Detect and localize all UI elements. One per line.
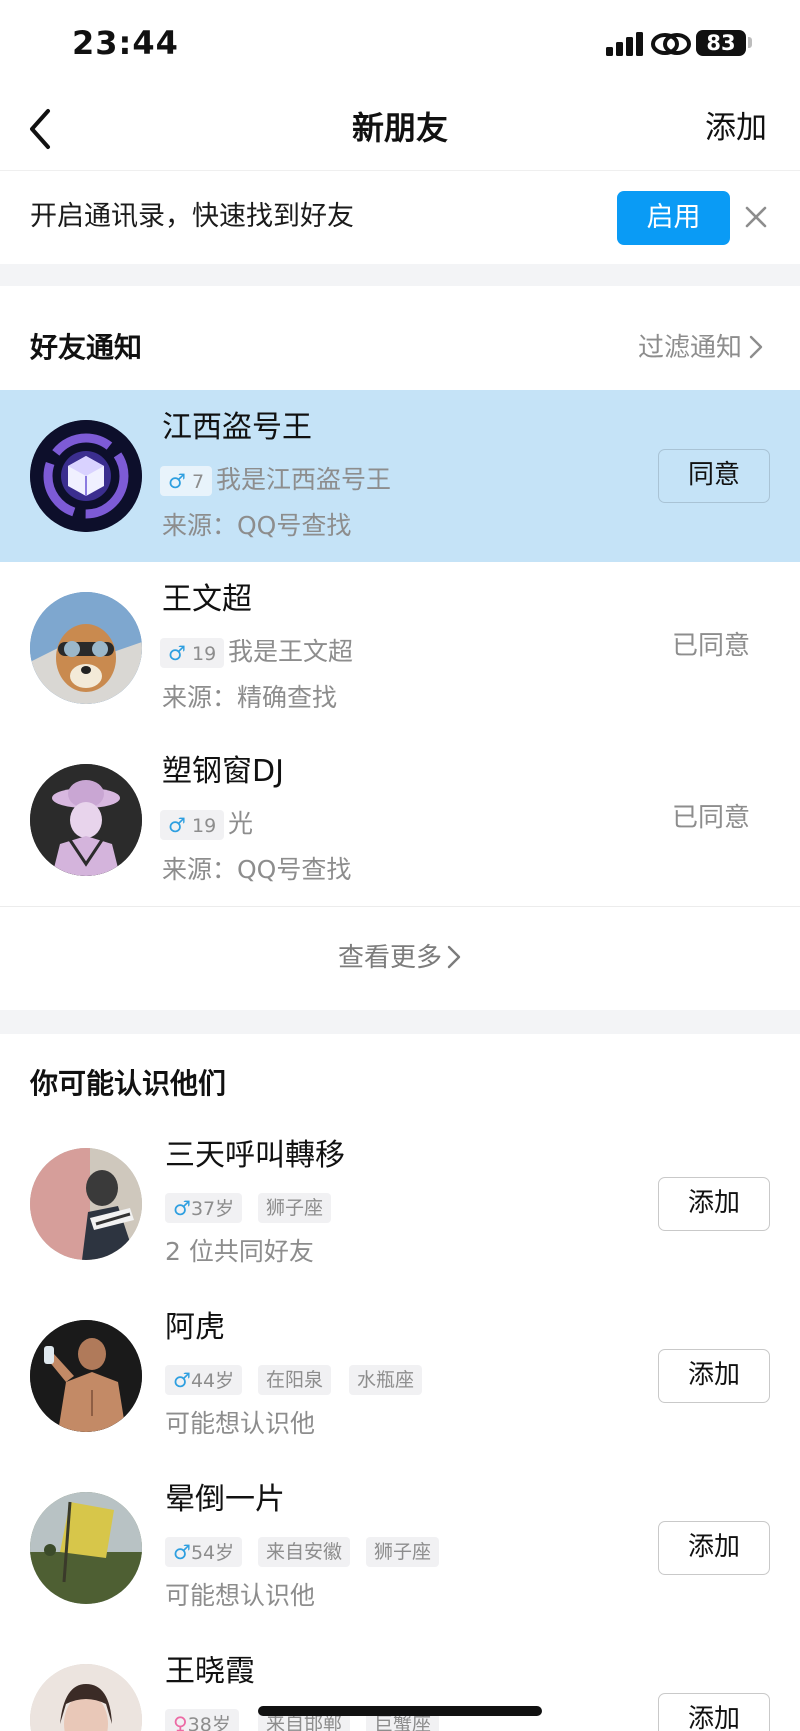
male-icon: ♂ (168, 469, 186, 493)
gender-age-tag: ♂ 19 (160, 810, 225, 840)
gender-age-tag: ♂44岁 (165, 1365, 243, 1395)
status-bar: 23:44 83 (0, 0, 800, 90)
mutual-friends-note: 2 位共同好友 (165, 1237, 314, 1266)
suggestion-row[interactable]: 晕倒一片 ♂54岁 来自安徽 狮子座 可能想认识他 添加 (0, 1482, 800, 1656)
zodiac-tag: 狮子座 (366, 1537, 440, 1567)
avatar-image (30, 764, 142, 876)
male-icon: ♂ (168, 813, 186, 837)
friend-request-row[interactable]: 王文超 ♂ 19 我是王文超 来源：精确查找 已同意 (0, 562, 800, 734)
avatar (30, 592, 142, 704)
suggestion-row[interactable]: 王晓霞 ♀38岁 来自邯郸 巨蟹座 添加 (0, 1656, 800, 1731)
see-more-link[interactable]: 查看更多 (0, 938, 800, 978)
add-friend-button[interactable]: 添加 (705, 106, 767, 150)
male-icon: ♂ (168, 641, 186, 665)
male-icon: ♂ (173, 1540, 191, 1564)
age-value: 19 (191, 815, 217, 837)
suggestion-note: 可能想认识他 (165, 1409, 316, 1438)
friend-request-row[interactable]: 江西盗号王 ♂ 7 我是江西盗号王 来源：QQ号查找 同意 (0, 390, 800, 562)
age-value: 44岁 (190, 1370, 235, 1392)
request-message: 我是江西盗号王 (216, 465, 392, 494)
zodiac-tag: 狮子座 (258, 1193, 332, 1223)
nav-bar: 新朋友 添加 (0, 90, 800, 170)
status-agreed: 已同意 (672, 803, 751, 833)
zodiac-tag: 水瓶座 (349, 1365, 423, 1395)
suggestion-name: 晕倒一片 (165, 1482, 285, 1517)
avatar-image (30, 1664, 142, 1731)
avatar-image (30, 592, 142, 704)
add-button[interactable]: 添加 (658, 1349, 770, 1403)
add-button[interactable]: 添加 (658, 1693, 770, 1731)
gender-age-tag: ♀38岁 (165, 1709, 239, 1731)
contacts-banner: 开启通讯录，快速找到好友 启用 (0, 170, 800, 264)
suggestion-name: 阿虎 (165, 1310, 225, 1345)
status-agreed: 已同意 (672, 631, 751, 661)
suggestion-name: 三天呼叫轉移 (165, 1138, 345, 1173)
female-icon: ♀ (173, 1712, 188, 1731)
cellular-signal-icon (606, 32, 644, 56)
enable-contacts-button[interactable]: 启用 (617, 191, 730, 245)
age-value: 7 (191, 471, 205, 493)
avatar-image (30, 1492, 142, 1604)
chevron-right-icon (447, 945, 461, 969)
age-value: 38岁 (187, 1714, 231, 1731)
see-more-label: 查看更多 (337, 943, 442, 973)
suggestions-title: 你可能认识他们 (30, 1067, 227, 1100)
section-gap (0, 264, 800, 286)
male-icon: ♂ (173, 1368, 191, 1392)
battery-cap (748, 37, 752, 48)
suggestion-row[interactable]: 三天呼叫轉移 ♂37岁 狮子座 2 位共同好友 添加 (0, 1138, 800, 1312)
divider (0, 906, 800, 907)
request-source: 来源：精确查找 (162, 683, 338, 712)
age-value: 54岁 (190, 1542, 235, 1564)
age-value: 37岁 (190, 1198, 235, 1220)
location-tag: 来自安徽 (258, 1537, 351, 1567)
avatar (30, 1148, 142, 1260)
section-gap (0, 1010, 800, 1034)
age-value: 19 (191, 643, 217, 665)
avatar (30, 420, 142, 532)
avatar-image (30, 420, 142, 532)
friend-name: 塑钢窗DJ (162, 754, 284, 789)
avatar (30, 1492, 142, 1604)
status-time: 23:44 (72, 24, 179, 62)
avatar (30, 1320, 142, 1432)
avatar-image (30, 1320, 142, 1432)
request-message: 光 (228, 809, 254, 838)
request-source: 来源：QQ号查找 (162, 855, 352, 884)
suggestion-note: 可能想认识他 (165, 1581, 316, 1610)
add-button[interactable]: 添加 (658, 1177, 770, 1231)
battery-icon: 83 (696, 30, 746, 56)
suggestion-name: 王晓霞 (165, 1656, 255, 1689)
gender-age-tag: ♂54岁 (165, 1537, 243, 1567)
gender-age-tag: ♂ 7 (160, 466, 213, 496)
friend-name: 王文超 (162, 582, 252, 617)
banner-text: 开启通讯录，快速找到好友 (30, 201, 354, 232)
avatar (30, 764, 142, 876)
friend-name: 江西盗号王 (162, 410, 312, 445)
request-message: 我是王文超 (228, 637, 354, 666)
avatar-image (30, 1148, 142, 1260)
chevron-right-icon (749, 335, 763, 359)
page-title: 新朋友 (351, 109, 448, 147)
friend-request-row[interactable]: 塑钢窗DJ ♂ 19 光 来源：QQ号查找 已同意 (0, 734, 800, 906)
friend-notifications-title: 好友通知 (30, 331, 143, 364)
gender-age-tag: ♂ 19 (160, 638, 225, 668)
home-indicator[interactable] (258, 1706, 542, 1716)
close-icon[interactable] (742, 203, 770, 231)
location-tag: 在阳泉 (258, 1365, 332, 1395)
request-source: 来源：QQ号查找 (162, 511, 352, 540)
filter-notifications-label: 过滤通知 (637, 333, 742, 363)
accept-button[interactable]: 同意 (658, 449, 770, 503)
filter-notifications-link[interactable]: 过滤通知 (638, 328, 764, 368)
gender-age-tag: ♂37岁 (165, 1193, 243, 1223)
suggestion-row[interactable]: 阿虎 ♂44岁 在阳泉 水瓶座 可能想认识他 添加 (0, 1310, 800, 1484)
avatar (30, 1664, 142, 1731)
male-icon: ♂ (173, 1196, 191, 1220)
personal-hotspot-icon (651, 33, 691, 55)
add-button[interactable]: 添加 (658, 1521, 770, 1575)
